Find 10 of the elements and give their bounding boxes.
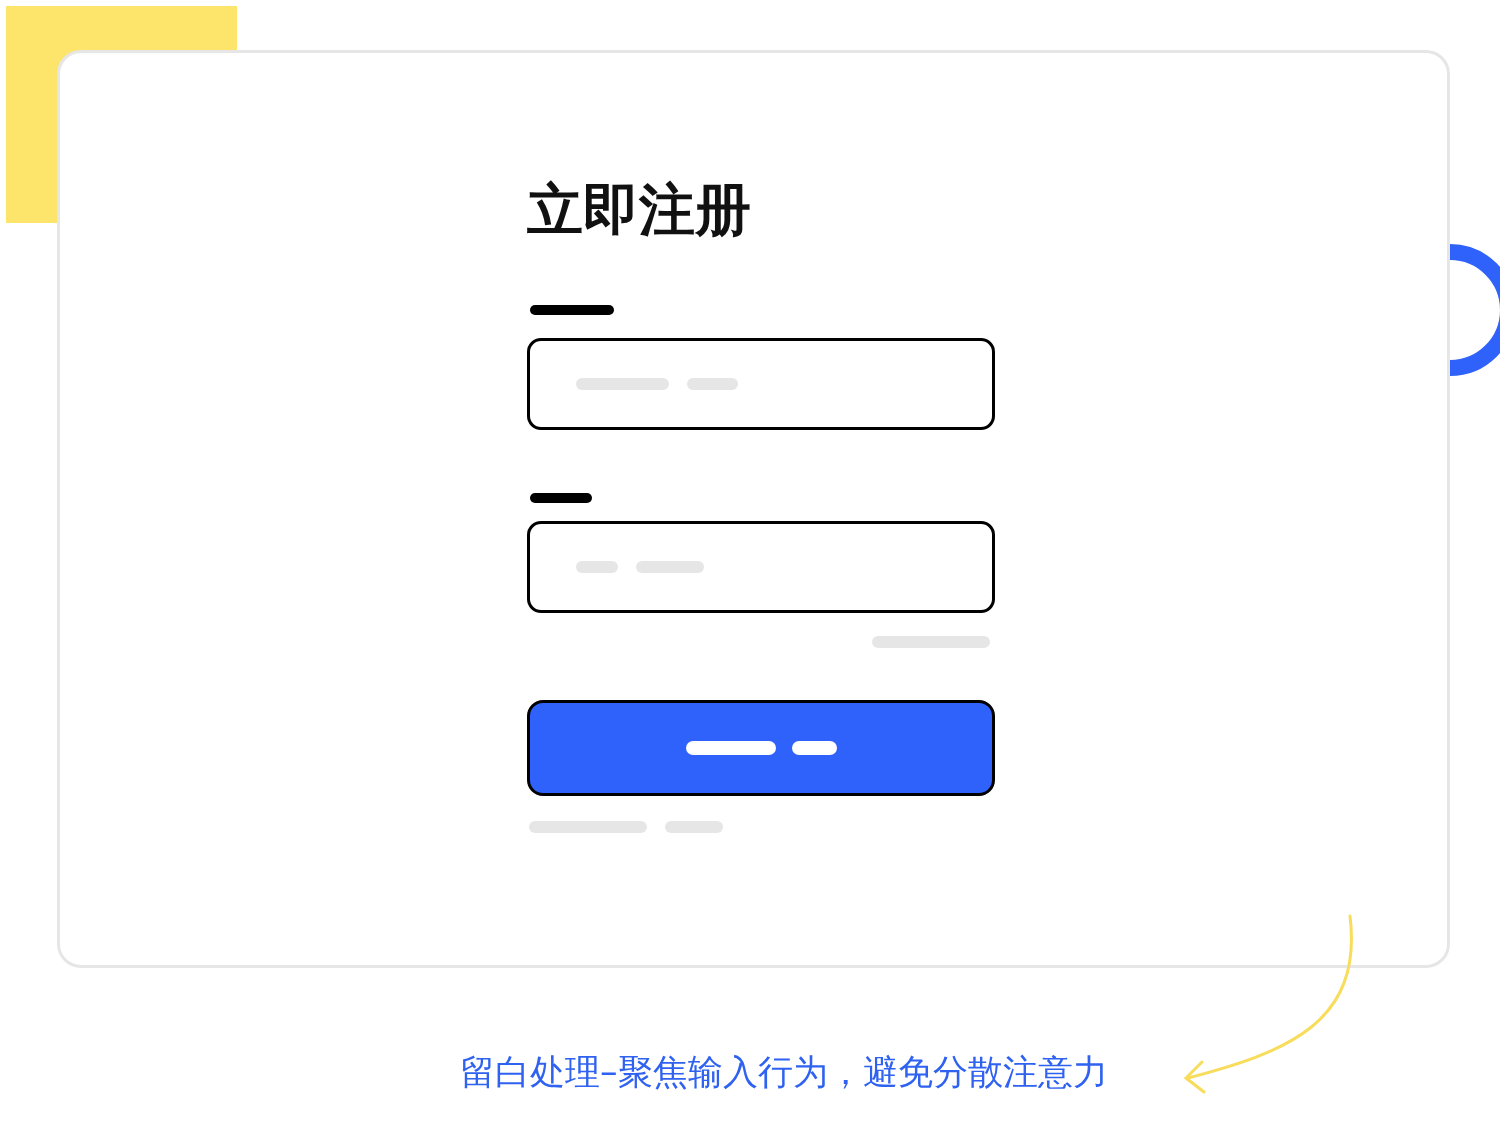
- label-placeholder: [530, 493, 592, 503]
- form-title: 立即注册: [527, 178, 751, 242]
- input-field[interactable]: [527, 521, 995, 613]
- input-field[interactable]: [527, 338, 995, 430]
- placeholder-bar: [687, 378, 738, 390]
- caption-text: 留白处理–聚焦输入行为，避免分散注意力: [460, 1051, 1108, 1094]
- label-bar: [791, 741, 837, 755]
- placeholder-bar: [636, 561, 704, 573]
- placeholder-bar: [576, 561, 618, 573]
- submit-button[interactable]: [527, 700, 995, 796]
